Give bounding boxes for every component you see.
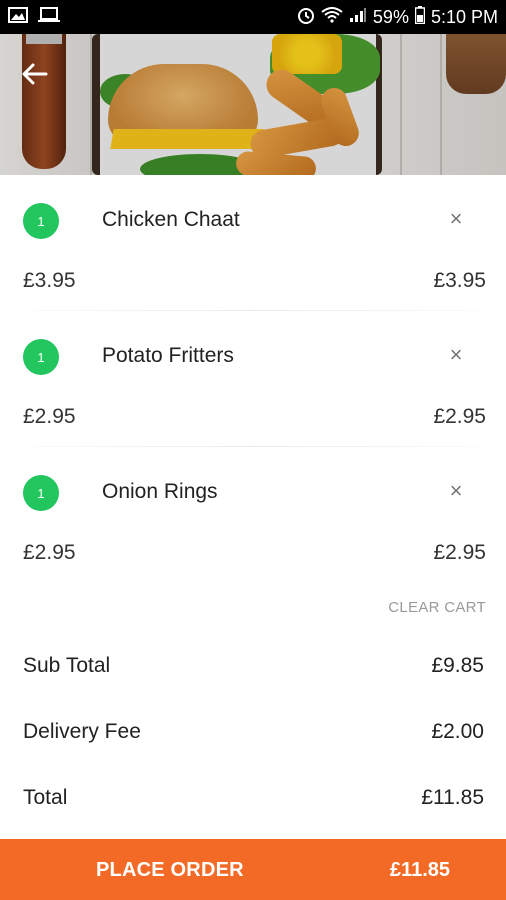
quantity-badge[interactable]: 1: [23, 203, 59, 239]
item-unit-price: £2.95: [23, 405, 76, 428]
item-name: Potato Fritters: [102, 344, 234, 367]
image-icon: [8, 6, 28, 28]
image-shade: [0, 34, 506, 175]
remove-item-button[interactable]: ×: [444, 206, 468, 231]
cart-item: 1 Potato Fritters × £2.95 £2.95: [0, 311, 506, 447]
status-time: 5:10 PM: [430, 6, 498, 27]
cart-item: 1 Chicken Chaat × £3.95 £3.95: [0, 175, 506, 311]
back-button[interactable]: [14, 58, 54, 94]
wifi-icon: [321, 6, 343, 28]
header-food-image: [0, 34, 506, 175]
quantity-badge[interactable]: 1: [23, 475, 59, 511]
place-order-button[interactable]: PLACE ORDER £11.85: [0, 839, 506, 900]
total-label: Total: [23, 786, 68, 809]
item-name: Chicken Chaat: [102, 208, 240, 231]
subtotal-row: Sub Total £9.85: [0, 654, 506, 684]
item-line-total: £3.95: [433, 269, 486, 292]
item-line-total: £2.95: [433, 541, 486, 564]
remove-item-button[interactable]: ×: [444, 478, 468, 503]
item-name: Onion Rings: [102, 480, 218, 503]
alarm-icon: [297, 6, 315, 29]
delivery-fee-row: Delivery Fee £2.00: [0, 720, 506, 750]
quantity-badge[interactable]: 1: [23, 339, 59, 375]
battery-percent: 59%: [372, 6, 409, 27]
status-right: 59% 5:10 PM: [297, 5, 498, 29]
total-value: £11.85: [421, 786, 484, 809]
delivery-fee-label: Delivery Fee: [23, 720, 141, 743]
item-unit-price: £3.95: [23, 269, 76, 292]
item-line-total: £2.95: [433, 405, 486, 428]
remove-item-button[interactable]: ×: [444, 342, 468, 367]
signal-icon: [349, 7, 367, 28]
cart-item-list: 1 Chicken Chaat × £3.95 £3.95 1 Potato F…: [0, 175, 506, 583]
status-left: [8, 6, 60, 28]
total-row: Total £11.85: [0, 786, 506, 816]
subtotal-value: £9.85: [431, 654, 484, 677]
place-order-amount: £11.85: [389, 859, 450, 881]
cart-item: 1 Onion Rings × £2.95 £2.95: [0, 447, 506, 583]
laptop-icon: [38, 6, 60, 28]
status-bar: 59% 5:10 PM: [0, 0, 506, 34]
battery-icon: [414, 5, 426, 29]
delivery-fee-value: £2.00: [431, 720, 484, 743]
arrow-left-icon: [20, 62, 48, 91]
place-order-label: PLACE ORDER: [96, 859, 244, 881]
item-unit-price: £2.95: [23, 541, 76, 564]
clear-cart-button[interactable]: CLEAR CART: [388, 599, 486, 616]
subtotal-label: Sub Total: [23, 654, 111, 677]
